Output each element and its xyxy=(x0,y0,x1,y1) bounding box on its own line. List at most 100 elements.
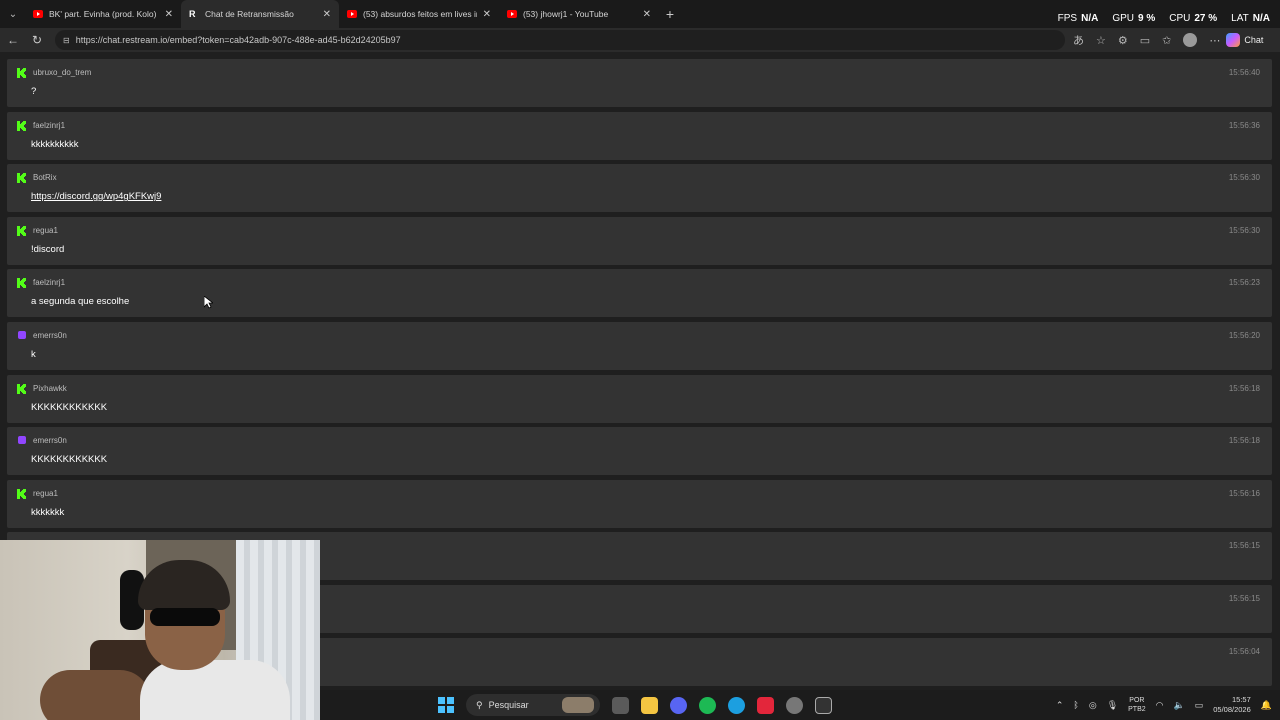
lat-readout: LAT N/A xyxy=(1231,12,1270,24)
url-text: https://chat.restream.io/embed?token=cab… xyxy=(75,35,401,45)
chevron-up-icon[interactable]: ⌃ xyxy=(1056,700,1064,711)
spotify-icon[interactable] xyxy=(699,696,716,714)
chat-text: KKKKKKKKKKKK xyxy=(31,454,108,466)
chat-message: Pixhawkk KKKKKKKKKKKK 15:56:18 xyxy=(7,374,1272,423)
tab-2[interactable]: (53) absurdos feitos em lives irl - Y ✕ xyxy=(339,0,499,28)
capcut-icon[interactable] xyxy=(815,696,832,714)
refresh-icon[interactable]: ↻ xyxy=(25,33,49,47)
tab-title: (53) jhowrj1 - YouTube xyxy=(523,9,609,19)
wifi-icon[interactable]: ◠ xyxy=(1156,700,1164,711)
clock[interactable]: 15:57 05/08/2026 xyxy=(1213,695,1251,715)
chat-timestamp: 15:56:30 xyxy=(1228,173,1260,183)
tab-actions-menu-icon[interactable]: ⌄ xyxy=(1,0,25,28)
chat-username: Pixhawkk xyxy=(33,383,67,393)
close-tab-icon[interactable]: ✕ xyxy=(643,9,651,20)
tab-1[interactable]: R Chat de Retransmissão ✕ xyxy=(181,0,339,28)
chat-text: a segunda que escolhe xyxy=(31,296,130,308)
chat-message: BotRix https://discord.gg/wp4gKFKwj9 15:56… xyxy=(7,164,1272,213)
tab-3[interactable]: (53) jhowrj1 - YouTube ✕ xyxy=(499,0,659,28)
chat-timestamp: 15:56:16 xyxy=(1228,488,1260,498)
chat-message: emerrs0n k 15:56:20 xyxy=(7,322,1272,370)
favorites-icon[interactable]: ✩ xyxy=(1162,34,1171,47)
profile-avatar[interactable] xyxy=(1183,33,1198,47)
chat-text: kkkkkkkkkk xyxy=(31,138,79,150)
site-info-icon[interactable]: ⊟ xyxy=(63,36,70,45)
chat-username: BotRix xyxy=(33,173,57,183)
youtube-icon xyxy=(33,10,43,18)
start-button[interactable] xyxy=(438,697,454,713)
split-screen-icon[interactable]: ▭ xyxy=(1140,34,1150,47)
chat-text: KKKKKKKKKKKK xyxy=(31,401,108,413)
chat-username: faelzinrj1 xyxy=(33,278,66,288)
youtube-icon xyxy=(507,10,517,18)
microphone-icon[interactable]: 🎙 xyxy=(1107,700,1118,711)
restream-icon: R xyxy=(189,9,196,19)
chat-username: ubruxo_do_trem xyxy=(33,68,92,77)
opera-icon[interactable] xyxy=(757,696,774,714)
language-indicator[interactable]: POR PTB2 xyxy=(1128,696,1146,714)
volume-icon[interactable]: 🔈 xyxy=(1174,700,1185,711)
copilot-icon xyxy=(1226,33,1241,47)
tab-title: (53) absurdos feitos em lives irl - Y xyxy=(363,9,477,19)
kick-icon xyxy=(17,278,26,289)
steam-icon[interactable] xyxy=(786,696,803,714)
translate-icon[interactable]: あ xyxy=(1073,32,1084,48)
chat-username: emerrs0n xyxy=(33,436,67,446)
kick-icon xyxy=(17,225,26,236)
twitch-icon xyxy=(18,331,26,339)
chat-link[interactable]: https://discord.gg/wp4gKFKwj9 xyxy=(31,191,161,202)
chat-timestamp: 15:56:04 xyxy=(1228,646,1260,656)
close-tab-icon[interactable]: ✕ xyxy=(165,9,173,20)
chat-username: regua1 xyxy=(33,225,58,235)
copilot-label: Chat xyxy=(1244,35,1264,45)
notifications-icon[interactable]: 🔔 xyxy=(1261,700,1272,711)
chat-message: emerrs0n KKKKKKKKKKKK 15:56:18 xyxy=(7,427,1272,476)
chat-message: regua1 !discord 15:56:30 xyxy=(7,216,1272,265)
fps-readout: FPS N/A xyxy=(1057,12,1099,24)
kick-icon xyxy=(17,383,26,394)
back-icon[interactable]: ← xyxy=(1,33,25,47)
tab-title: Chat de Retransmissão xyxy=(205,9,294,19)
close-tab-icon[interactable]: ✕ xyxy=(323,9,331,20)
edge-icon[interactable] xyxy=(728,696,745,714)
chat-text: kkkkkkk xyxy=(31,506,65,518)
bluetooth-icon[interactable]: ᛒ xyxy=(1073,700,1078,710)
tab-0[interactable]: BK' part. Evinha (prod. Kolo) - Cac ✕ xyxy=(25,0,181,28)
chat-timestamp: 15:56:30 xyxy=(1228,225,1260,235)
chat-message: faelzinrj1 a segunda que escolhe 15:56:23 xyxy=(7,269,1272,318)
chat-timestamp: 15:56:36 xyxy=(1228,120,1260,130)
file-explorer-icon[interactable] xyxy=(641,696,658,714)
extensions-icon[interactable]: ⚙ xyxy=(1118,34,1128,47)
chat-timestamp: 15:56:15 xyxy=(1228,594,1260,603)
webcam-overlay xyxy=(0,540,320,720)
chat-timestamp: 15:56:20 xyxy=(1228,331,1260,340)
kick-icon xyxy=(17,488,26,499)
chat-timestamp: 15:56:18 xyxy=(1228,383,1260,393)
chat-text: !discord xyxy=(31,243,65,255)
copilot-chat-button[interactable]: Chat xyxy=(1226,33,1263,47)
kick-icon xyxy=(17,120,26,131)
new-tab-button[interactable]: + xyxy=(659,6,681,22)
chat-username: faelzinrj1 xyxy=(33,120,66,130)
gpu-readout: GPU 9 % xyxy=(1112,12,1156,24)
discord-icon[interactable] xyxy=(670,696,687,714)
close-tab-icon[interactable]: ✕ xyxy=(483,9,491,20)
cpu-readout: CPU 27 % xyxy=(1169,12,1218,24)
task-view-icon[interactable] xyxy=(612,696,629,714)
favorite-star-icon[interactable]: ☆ xyxy=(1096,34,1106,47)
taskbar-search[interactable]: ⚲ Pesquisar xyxy=(466,694,600,716)
twitch-icon xyxy=(18,436,26,445)
search-icon: ⚲ xyxy=(476,699,483,710)
security-icon[interactable]: ◎ xyxy=(1089,700,1097,711)
tab-title: BK' part. Evinha (prod. Kolo) - Cac xyxy=(49,9,159,19)
kick-icon xyxy=(17,173,26,184)
tab-bar: ⌄ BK' part. Evinha (prod. Kolo) - Cac ✕ … xyxy=(0,0,1280,28)
address-bar[interactable]: ⊟ https://chat.restream.io/embed?token=c… xyxy=(55,30,1065,50)
chat-message: regua1 kkkkkkk 15:56:16 xyxy=(7,479,1272,528)
address-toolbar: ← ↻ ⊟ https://chat.restream.io/embed?tok… xyxy=(0,28,1280,52)
chat-timestamp: 15:56:18 xyxy=(1228,436,1260,446)
system-tray: ⌃ ᛒ ◎ 🎙 POR PTB2 ◠ 🔈 ▭ 15:57 05/08/2026 … xyxy=(1056,690,1272,720)
chat-username: emerrs0n xyxy=(33,331,67,340)
more-options-icon[interactable]: ⋯ xyxy=(1209,34,1220,47)
battery-icon[interactable]: ▭ xyxy=(1195,700,1204,711)
